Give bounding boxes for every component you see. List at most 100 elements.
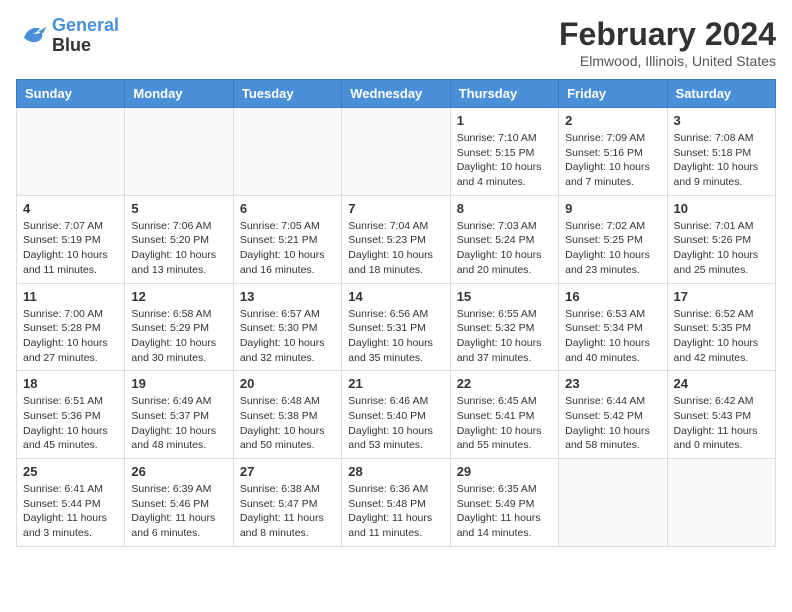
calendar-cell <box>17 108 125 196</box>
day-info: Sunrise: 6:58 AM Sunset: 5:29 PM Dayligh… <box>131 307 226 366</box>
page-header: GeneralBlue February 2024 Elmwood, Illin… <box>16 16 776 69</box>
week-row-2: 4 Sunrise: 7:07 AM Sunset: 5:19 PM Daylig… <box>17 195 776 283</box>
day-info: Sunrise: 7:03 AM Sunset: 5:24 PM Dayligh… <box>457 219 552 278</box>
logo: GeneralBlue <box>16 16 119 56</box>
day-info: Sunrise: 7:10 AM Sunset: 5:15 PM Dayligh… <box>457 131 552 190</box>
calendar-cell <box>342 108 450 196</box>
day-number: 3 <box>674 113 769 128</box>
weekday-header-row: SundayMondayTuesdayWednesdayThursdayFrid… <box>17 80 776 108</box>
day-number: 23 <box>565 376 660 391</box>
day-info: Sunrise: 6:55 AM Sunset: 5:32 PM Dayligh… <box>457 307 552 366</box>
calendar-cell: 7 Sunrise: 7:04 AM Sunset: 5:23 PM Daylig… <box>342 195 450 283</box>
calendar-cell: 12 Sunrise: 6:58 AM Sunset: 5:29 PM Dayli… <box>125 283 233 371</box>
weekday-header-monday: Monday <box>125 80 233 108</box>
day-number: 1 <box>457 113 552 128</box>
week-row-1: 1 Sunrise: 7:10 AM Sunset: 5:15 PM Daylig… <box>17 108 776 196</box>
day-number: 17 <box>674 289 769 304</box>
logo-bird-icon <box>16 22 48 50</box>
day-number: 18 <box>23 376 118 391</box>
calendar-cell: 3Sunrise: 7:08 AM Sunset: 5:18 PM Daylig… <box>667 108 775 196</box>
day-info: Sunrise: 7:09 AM Sunset: 5:16 PM Dayligh… <box>565 131 660 190</box>
day-info: Sunrise: 6:45 AM Sunset: 5:41 PM Dayligh… <box>457 394 552 453</box>
day-info: Sunrise: 6:53 AM Sunset: 5:34 PM Dayligh… <box>565 307 660 366</box>
day-info: Sunrise: 6:36 AM Sunset: 5:48 PM Dayligh… <box>348 482 443 541</box>
calendar-cell: 25 Sunrise: 6:41 AM Sunset: 5:44 PM Dayli… <box>17 459 125 547</box>
day-number: 14 <box>348 289 443 304</box>
day-info: Sunrise: 6:46 AM Sunset: 5:40 PM Dayligh… <box>348 394 443 453</box>
calendar-cell: 26Sunrise: 6:39 AM Sunset: 5:46 PM Dayli… <box>125 459 233 547</box>
calendar-cell: 21 Sunrise: 6:46 AM Sunset: 5:40 PM Dayli… <box>342 371 450 459</box>
day-info: Sunrise: 7:02 AM Sunset: 5:25 PM Dayligh… <box>565 219 660 278</box>
calendar-table: SundayMondayTuesdayWednesdayThursdayFrid… <box>16 79 776 547</box>
calendar-cell: 23 Sunrise: 6:44 AM Sunset: 5:42 PM Dayli… <box>559 371 667 459</box>
day-info: Sunrise: 7:01 AM Sunset: 5:26 PM Dayligh… <box>674 219 769 278</box>
day-number: 22 <box>457 376 552 391</box>
day-number: 19 <box>131 376 226 391</box>
week-row-5: 25 Sunrise: 6:41 AM Sunset: 5:44 PM Dayli… <box>17 459 776 547</box>
day-number: 7 <box>348 201 443 216</box>
day-info: Sunrise: 7:04 AM Sunset: 5:23 PM Dayligh… <box>348 219 443 278</box>
calendar-cell: 10Sunrise: 7:01 AM Sunset: 5:26 PM Dayli… <box>667 195 775 283</box>
calendar-cell: 28 Sunrise: 6:36 AM Sunset: 5:48 PM Dayli… <box>342 459 450 547</box>
day-info: Sunrise: 6:56 AM Sunset: 5:31 PM Dayligh… <box>348 307 443 366</box>
day-info: Sunrise: 7:07 AM Sunset: 5:19 PM Dayligh… <box>23 219 118 278</box>
day-info: Sunrise: 6:49 AM Sunset: 5:37 PM Dayligh… <box>131 394 226 453</box>
week-row-4: 18 Sunrise: 6:51 AM Sunset: 5:36 PM Dayli… <box>17 371 776 459</box>
day-number: 21 <box>348 376 443 391</box>
calendar-title: February 2024 <box>559 16 776 53</box>
logo-text: GeneralBlue <box>52 16 119 56</box>
day-info: Sunrise: 6:52 AM Sunset: 5:35 PM Dayligh… <box>674 307 769 366</box>
day-number: 29 <box>457 464 552 479</box>
day-number: 5 <box>131 201 226 216</box>
calendar-cell: 20 Sunrise: 6:48 AM Sunset: 5:38 PM Dayli… <box>233 371 341 459</box>
calendar-cell: 27Sunrise: 6:38 AM Sunset: 5:47 PM Dayli… <box>233 459 341 547</box>
day-number: 28 <box>348 464 443 479</box>
day-number: 25 <box>23 464 118 479</box>
calendar-cell <box>667 459 775 547</box>
day-info: Sunrise: 6:51 AM Sunset: 5:36 PM Dayligh… <box>23 394 118 453</box>
day-info: Sunrise: 7:06 AM Sunset: 5:20 PM Dayligh… <box>131 219 226 278</box>
day-info: Sunrise: 7:00 AM Sunset: 5:28 PM Dayligh… <box>23 307 118 366</box>
week-row-3: 11 Sunrise: 7:00 AM Sunset: 5:28 PM Dayli… <box>17 283 776 371</box>
day-number: 12 <box>131 289 226 304</box>
calendar-cell: 5 Sunrise: 7:06 AM Sunset: 5:20 PM Daylig… <box>125 195 233 283</box>
calendar-cell: 4 Sunrise: 7:07 AM Sunset: 5:19 PM Daylig… <box>17 195 125 283</box>
calendar-cell: 18 Sunrise: 6:51 AM Sunset: 5:36 PM Dayli… <box>17 371 125 459</box>
day-number: 13 <box>240 289 335 304</box>
calendar-cell: 19 Sunrise: 6:49 AM Sunset: 5:37 PM Dayli… <box>125 371 233 459</box>
day-info: Sunrise: 7:05 AM Sunset: 5:21 PM Dayligh… <box>240 219 335 278</box>
calendar-subtitle: Elmwood, Illinois, United States <box>559 53 776 69</box>
calendar-cell: 17 Sunrise: 6:52 AM Sunset: 5:35 PM Dayli… <box>667 283 775 371</box>
calendar-cell: 22 Sunrise: 6:45 AM Sunset: 5:41 PM Dayli… <box>450 371 558 459</box>
weekday-header-sunday: Sunday <box>17 80 125 108</box>
day-number: 2 <box>565 113 660 128</box>
weekday-header-tuesday: Tuesday <box>233 80 341 108</box>
calendar-cell: 24Sunrise: 6:42 AM Sunset: 5:43 PM Dayli… <box>667 371 775 459</box>
day-number: 26 <box>131 464 226 479</box>
day-number: 11 <box>23 289 118 304</box>
day-info: Sunrise: 6:44 AM Sunset: 5:42 PM Dayligh… <box>565 394 660 453</box>
weekday-header-saturday: Saturday <box>667 80 775 108</box>
calendar-cell: 14 Sunrise: 6:56 AM Sunset: 5:31 PM Dayli… <box>342 283 450 371</box>
day-number: 16 <box>565 289 660 304</box>
day-info: Sunrise: 6:41 AM Sunset: 5:44 PM Dayligh… <box>23 482 118 541</box>
calendar-cell <box>559 459 667 547</box>
calendar-cell: 16 Sunrise: 6:53 AM Sunset: 5:34 PM Dayli… <box>559 283 667 371</box>
title-block: February 2024 Elmwood, Illinois, United … <box>559 16 776 69</box>
weekday-header-thursday: Thursday <box>450 80 558 108</box>
day-number: 9 <box>565 201 660 216</box>
calendar-cell <box>233 108 341 196</box>
day-info: Sunrise: 6:42 AM Sunset: 5:43 PM Dayligh… <box>674 394 769 453</box>
day-number: 20 <box>240 376 335 391</box>
day-info: Sunrise: 6:48 AM Sunset: 5:38 PM Dayligh… <box>240 394 335 453</box>
weekday-header-wednesday: Wednesday <box>342 80 450 108</box>
day-info: Sunrise: 6:38 AM Sunset: 5:47 PM Dayligh… <box>240 482 335 541</box>
calendar-cell: 15Sunrise: 6:55 AM Sunset: 5:32 PM Dayli… <box>450 283 558 371</box>
day-number: 6 <box>240 201 335 216</box>
calendar-cell: 9 Sunrise: 7:02 AM Sunset: 5:25 PM Daylig… <box>559 195 667 283</box>
day-number: 4 <box>23 201 118 216</box>
calendar-cell: 13 Sunrise: 6:57 AM Sunset: 5:30 PM Dayli… <box>233 283 341 371</box>
calendar-cell: 2 Sunrise: 7:09 AM Sunset: 5:16 PM Daylig… <box>559 108 667 196</box>
calendar-cell <box>125 108 233 196</box>
day-info: Sunrise: 6:57 AM Sunset: 5:30 PM Dayligh… <box>240 307 335 366</box>
